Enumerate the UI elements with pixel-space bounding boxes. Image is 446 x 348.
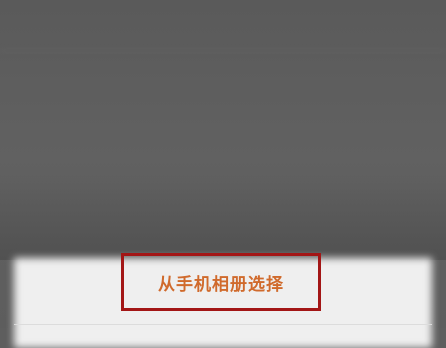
choose-from-album-label: 从手机相册选择 bbox=[158, 274, 284, 295]
background-divider bbox=[0, 50, 446, 51]
choose-from-album-option[interactable]: 从手机相册选择 bbox=[121, 253, 321, 311]
sheet-divider bbox=[14, 324, 432, 325]
bottom-action-sheet: 从手机相册选择 bbox=[0, 244, 446, 348]
